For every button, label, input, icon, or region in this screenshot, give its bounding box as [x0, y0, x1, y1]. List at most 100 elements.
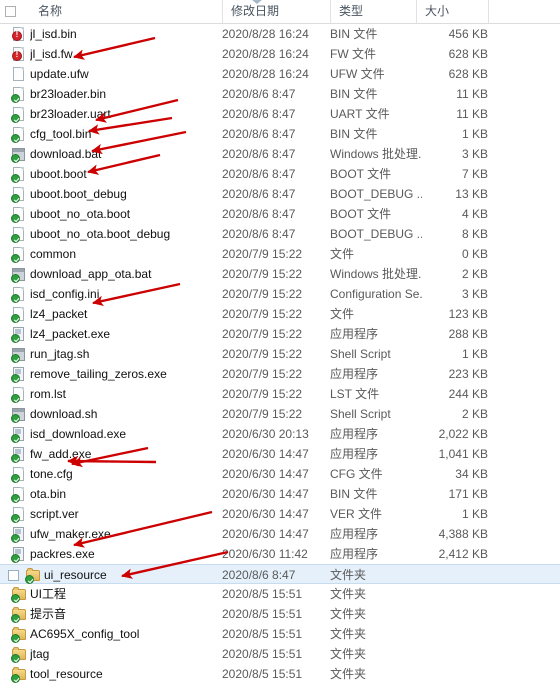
file-icon: [11, 107, 26, 123]
table-row[interactable]: download_app_ota.bat 2020/7/9 15:22 Window…: [0, 264, 560, 284]
file-name-cell[interactable]: uboot_no_ota.boot_debug: [30, 224, 220, 244]
file-icon: [11, 507, 26, 523]
file-type-cell: CFG 文件: [330, 467, 383, 481]
file-name-cell[interactable]: jl_isd.bin: [30, 24, 220, 44]
exe-icon: [11, 327, 26, 343]
table-row[interactable]: remove_tailing_zeros.exe 2020/7/9 15:22 应用…: [0, 364, 560, 384]
file-type-cell: 文件夹: [330, 568, 367, 582]
file-name-cell[interactable]: 提示音: [30, 604, 220, 624]
column-header-date-modified[interactable]: 修改日期: [222, 0, 330, 23]
file-size-cell: [416, 565, 488, 585]
file-date-cell: 2020/8/6 8:47: [222, 227, 296, 241]
table-row[interactable]: tool_resource 2020/8/5 15:51 文件夹: [0, 664, 560, 684]
table-row[interactable]: ui_resource 2020/8/6 8:47 文件夹: [0, 564, 560, 584]
table-row[interactable]: download.sh 2020/7/9 15:22 Shell Script 2 K…: [0, 404, 560, 424]
table-row[interactable]: download.bat 2020/8/6 8:47 Windows 批处理... 3…: [0, 144, 560, 164]
file-name-cell[interactable]: br23loader.bin: [30, 84, 220, 104]
table-row[interactable]: uboot.boot 2020/8/6 8:47 BOOT 文件 7 KB: [0, 164, 560, 184]
file-icon: [11, 307, 26, 323]
table-row[interactable]: common 2020/7/9 15:22 文件 0 KB: [0, 244, 560, 264]
table-row[interactable]: AC695X_config_tool 2020/8/5 15:51 文件夹: [0, 624, 560, 644]
file-name-cell[interactable]: jtag: [30, 644, 220, 664]
file-name-cell[interactable]: run_jtag.sh: [30, 344, 220, 364]
table-row[interactable]: run_jtag.sh 2020/7/9 15:22 Shell Script 1 K…: [0, 344, 560, 364]
file-name-cell[interactable]: script.ver: [30, 504, 220, 524]
file-type-cell: FW 文件: [330, 47, 376, 61]
file-name-cell[interactable]: download_app_ota.bat: [30, 264, 220, 284]
table-row[interactable]: jtag 2020/8/5 15:51 文件夹: [0, 644, 560, 664]
file-name-cell[interactable]: fw_add.exe: [30, 444, 220, 464]
file-name-cell[interactable]: download.sh: [30, 404, 220, 424]
table-row[interactable]: 提示音 2020/8/5 15:51 文件夹: [0, 604, 560, 624]
column-header-size[interactable]: 大小: [416, 0, 488, 23]
table-row[interactable]: uboot_no_ota.boot 2020/8/6 8:47 BOOT 文件 4 K…: [0, 204, 560, 224]
table-row[interactable]: ota.bin 2020/6/30 14:47 BIN 文件 171 KB: [0, 484, 560, 504]
file-name-cell[interactable]: uboot.boot_debug: [30, 184, 220, 204]
file-name-cell[interactable]: isd_config.ini: [30, 284, 220, 304]
table-row[interactable]: br23loader.uart 2020/8/6 8:47 UART 文件 11 KB: [0, 104, 560, 124]
table-row[interactable]: uboot.boot_debug 2020/8/6 8:47 BOOT_DEBUG …: [0, 184, 560, 204]
file-name-cell[interactable]: tone.cfg: [30, 464, 220, 484]
file-name-cell[interactable]: br23loader.uart: [30, 104, 220, 124]
file-name-cell[interactable]: common: [30, 244, 220, 264]
file-date-cell: 2020/7/9 15:22: [222, 327, 303, 341]
overlay-badge-green-icon: [11, 654, 20, 663]
file-name-cell[interactable]: download.bat: [30, 144, 220, 164]
table-row[interactable]: jl_isd.bin2020/8/28 16:24 BIN 文件 456 KB: [0, 24, 560, 44]
file-type-cell: BOOT_DEBUG ...: [330, 187, 422, 201]
file-name-cell[interactable]: ota.bin: [30, 484, 220, 504]
file-name-cell[interactable]: uboot.boot: [30, 164, 220, 184]
file-size-cell: [416, 604, 488, 624]
file-name-cell[interactable]: remove_tailing_zeros.exe: [30, 364, 220, 384]
file-size-cell: 3 KB: [461, 147, 488, 161]
row-checkbox[interactable]: [8, 570, 19, 581]
file-size-cell: 8 KB: [461, 227, 488, 241]
file-date-cell: 2020/7/9 15:22: [222, 367, 303, 381]
table-row[interactable]: lz4_packet 2020/7/9 15:22 文件 123 KB: [0, 304, 560, 324]
file-name-cell[interactable]: update.ufw: [30, 64, 220, 84]
file-size-cell: 223 KB: [448, 367, 488, 381]
file-name-cell[interactable]: UI工程: [30, 584, 220, 604]
exe-icon: [11, 547, 26, 563]
table-row[interactable]: ufw_maker.exe 2020/6/30 14:47 应用程序 4,388 KB: [0, 524, 560, 544]
table-row[interactable]: fw_add.exe 2020/6/30 14:47 应用程序 1,041 KB: [0, 444, 560, 464]
table-row[interactable]: tone.cfg 2020/6/30 14:47 CFG 文件 34 KB: [0, 464, 560, 484]
column-header-type[interactable]: 类型: [330, 0, 416, 23]
file-size-cell: 244 KB: [448, 387, 488, 401]
file-name-cell[interactable]: ufw_maker.exe: [30, 524, 220, 544]
file-name-cell[interactable]: ui_resource: [44, 565, 234, 585]
file-type-cell: UART 文件: [330, 107, 390, 121]
folder-icon: [11, 647, 26, 663]
file-name-cell[interactable]: jl_isd.fw: [30, 44, 220, 64]
file-type-cell: 应用程序: [330, 367, 379, 381]
table-row[interactable]: isd_config.ini 2020/7/9 15:22 Configuratio…: [0, 284, 560, 304]
table-row[interactable]: br23loader.bin 2020/8/6 8:47 BIN 文件 11 KB: [0, 84, 560, 104]
file-name-cell[interactable]: lz4_packet: [30, 304, 220, 324]
file-name-cell[interactable]: uboot_no_ota.boot: [30, 204, 220, 224]
file-size-cell: 1 KB: [461, 127, 488, 141]
file-name-cell[interactable]: cfg_tool.bin: [30, 124, 220, 144]
file-type-cell: BOOT 文件: [330, 207, 392, 221]
file-type-cell: 应用程序: [330, 527, 379, 541]
column-header-spacer[interactable]: [488, 0, 560, 23]
file-name-cell[interactable]: isd_download.exe: [30, 424, 220, 444]
table-row[interactable]: rom.lst 2020/7/9 15:22 LST 文件 244 KB: [0, 384, 560, 404]
table-row[interactable]: update.ufw 2020/8/28 16:24 UFW 文件 628 KB: [0, 64, 560, 84]
file-name-cell[interactable]: AC695X_config_tool: [30, 624, 220, 644]
overlay-badge-green-icon: [11, 594, 20, 603]
file-name-cell[interactable]: rom.lst: [30, 384, 220, 404]
table-row[interactable]: script.ver 2020/6/30 14:47 VER 文件 1 KB: [0, 504, 560, 524]
file-name-cell[interactable]: packres.exe: [30, 544, 220, 564]
select-all-checkbox[interactable]: [5, 6, 16, 17]
table-row[interactable]: jl_isd.fw2020/8/28 16:24 FW 文件 628 KB: [0, 44, 560, 64]
file-type-cell: Shell Script: [330, 347, 391, 361]
file-name-cell[interactable]: lz4_packet.exe: [30, 324, 220, 344]
table-row[interactable]: cfg_tool.bin 2020/8/6 8:47 BIN 文件 1 KB: [0, 124, 560, 144]
table-row[interactable]: lz4_packet.exe 2020/7/9 15:22 应用程序 288 KB: [0, 324, 560, 344]
table-row[interactable]: UI工程 2020/8/5 15:51 文件夹: [0, 584, 560, 604]
table-row[interactable]: isd_download.exe 2020/6/30 20:13 应用程序 2,022…: [0, 424, 560, 444]
file-name-cell[interactable]: tool_resource: [30, 664, 220, 684]
table-row[interactable]: uboot_no_ota.boot_debug 2020/8/6 8:47 BOOT…: [0, 224, 560, 244]
table-row[interactable]: packres.exe 2020/6/30 11:42 应用程序 2,412 KB: [0, 544, 560, 564]
column-header-name[interactable]: 名称: [30, 0, 222, 23]
